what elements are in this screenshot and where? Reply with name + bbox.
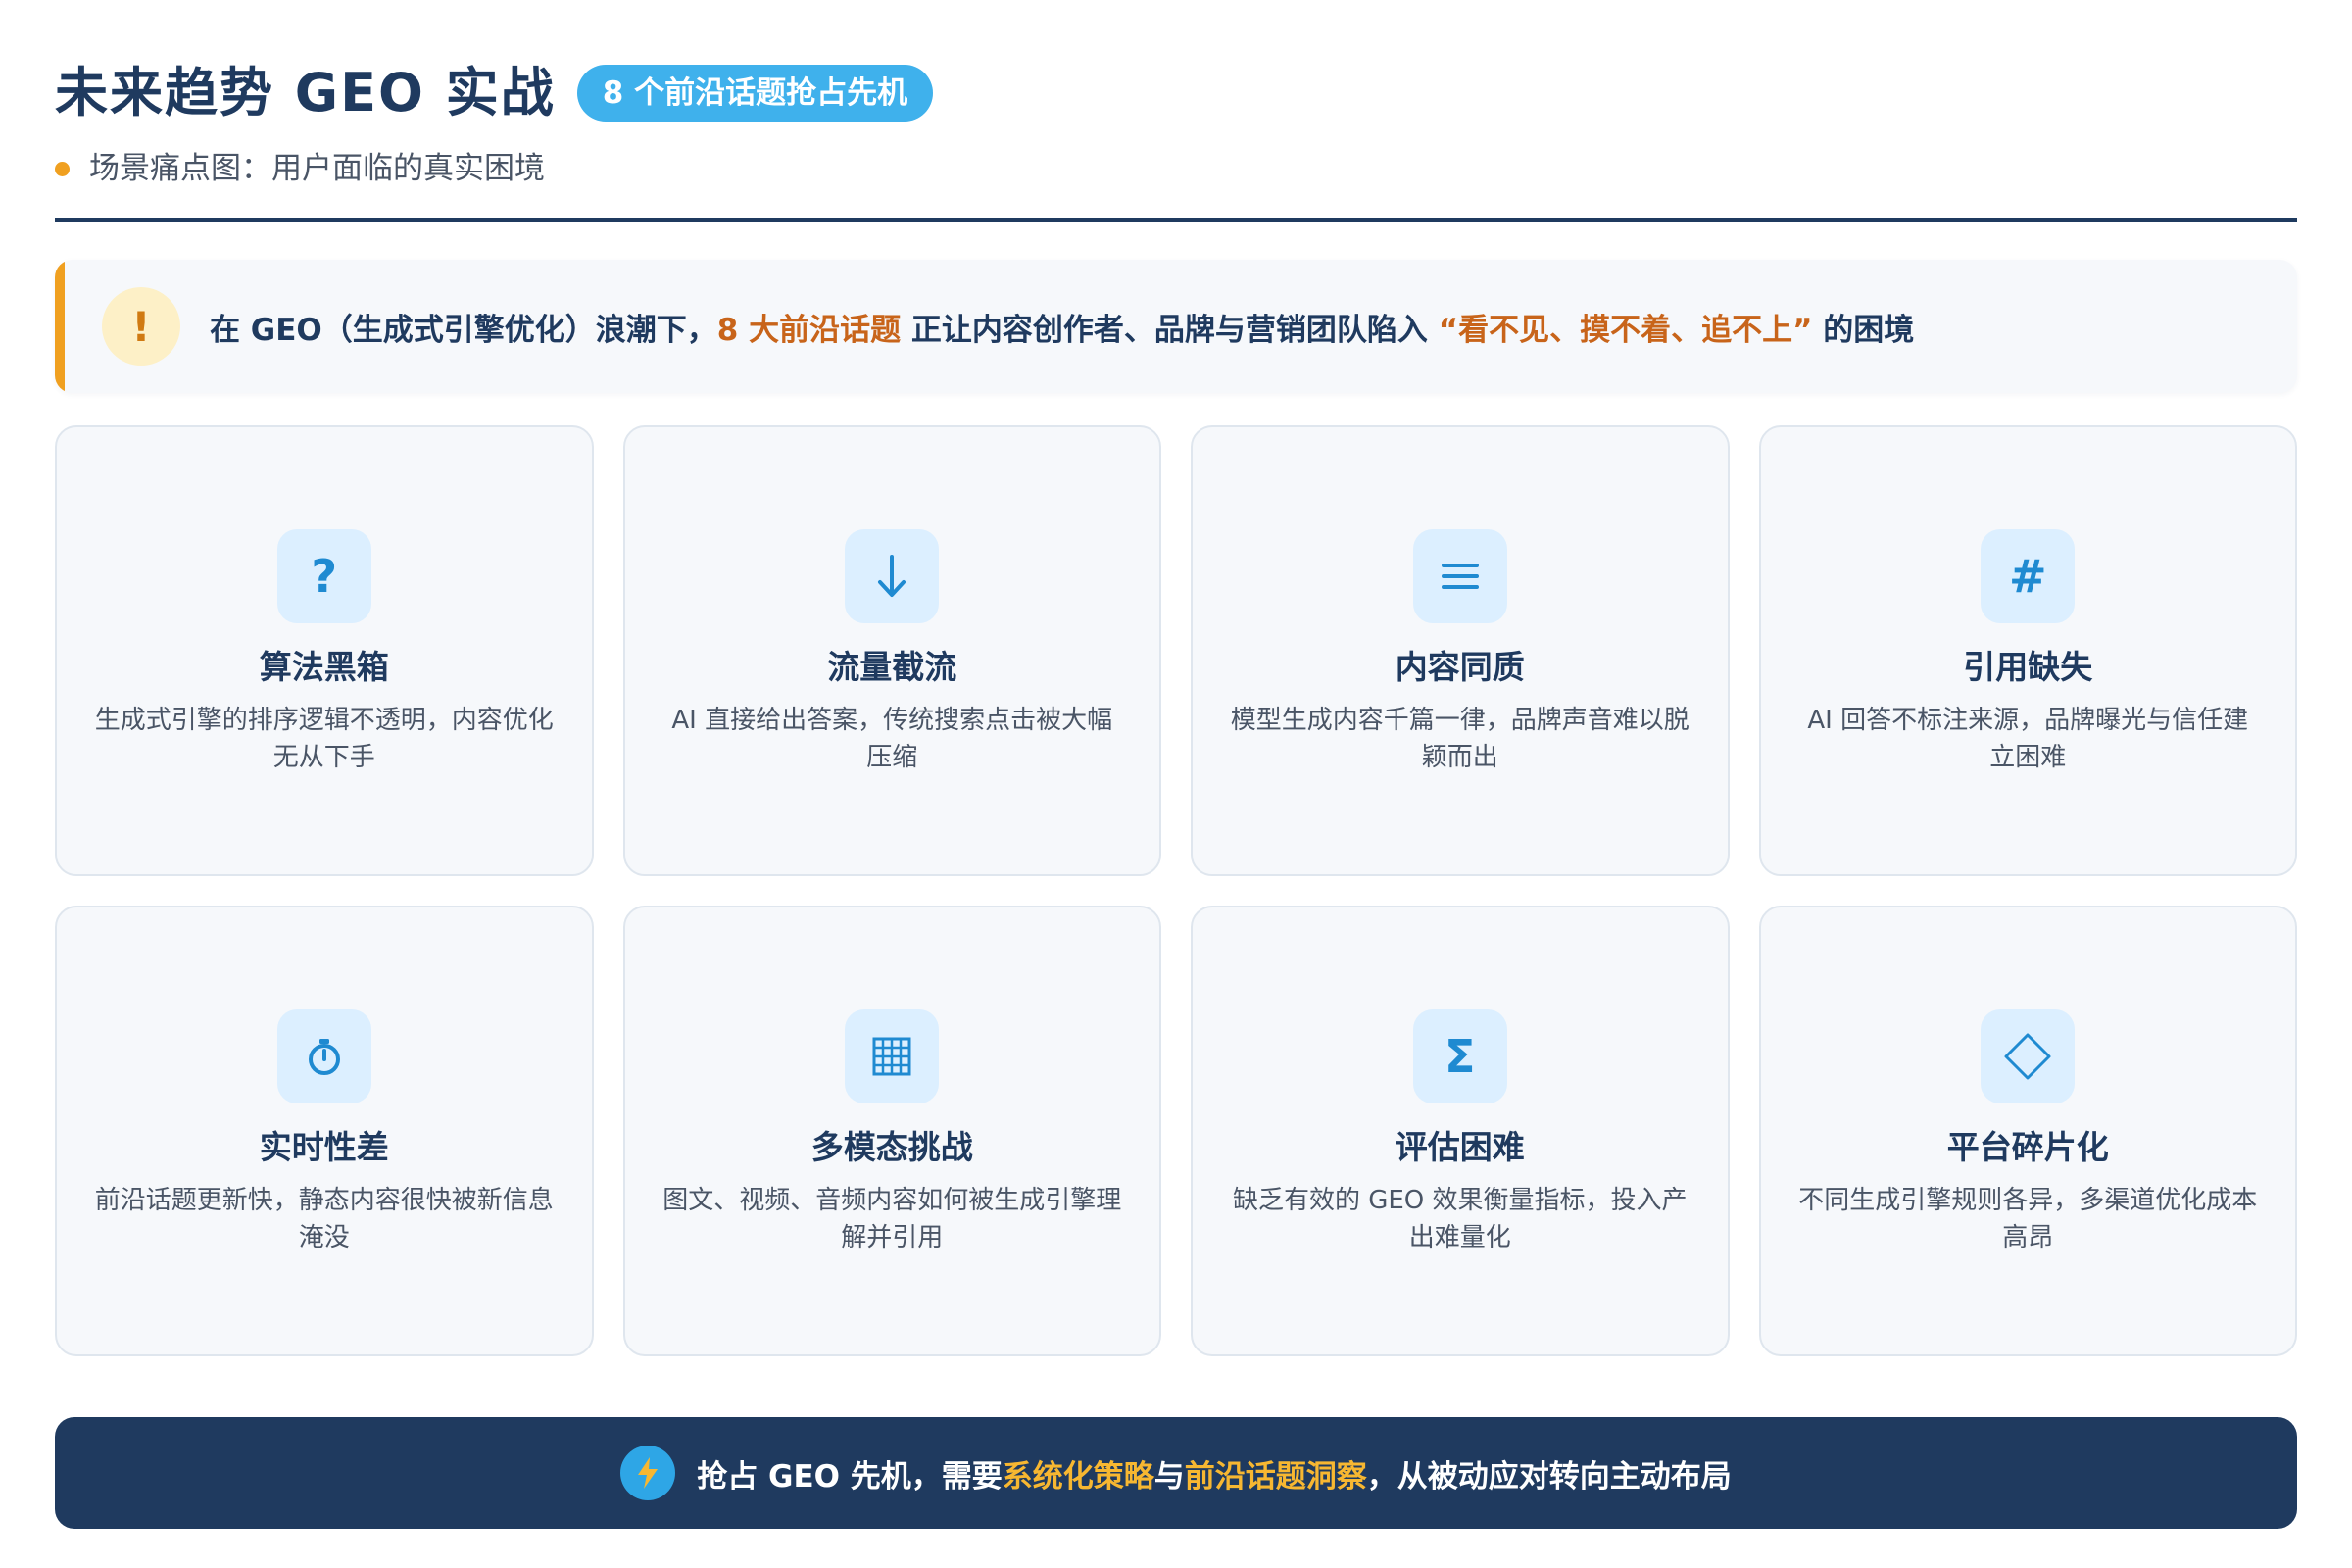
card-title: 评估困难	[1395, 1128, 1525, 1166]
card-title: 平台碎片化	[1946, 1128, 2109, 1166]
hash-icon: #	[1981, 529, 2076, 623]
alert-accent-bar	[55, 260, 65, 393]
pain-card-poor-timeliness: 实时性差 前沿话题更新快，静态内容很快被新信息淹没	[55, 906, 594, 1356]
header: 未来趋势 GEO 实战 8 个前沿话题抢占先机 场景痛点图：用户面临的真实困境	[55, 59, 2297, 225]
subtitle-row: 场景痛点图：用户面临的真实困境	[55, 149, 2297, 188]
pain-card-citation-missing: # 引用缺失 AI 回答不标注来源，品牌曝光与信任建立困难	[1758, 425, 2297, 876]
question-icon: ?	[276, 529, 371, 623]
title-row: 未来趋势 GEO 实战 8 个前沿话题抢占先机	[55, 59, 2297, 127]
card-title: 算法黑箱	[259, 648, 389, 686]
card-description: 不同生成引擎规则各异，多渠道优化成本高昂	[1798, 1186, 2258, 1252]
alert-text-before: 在 GEO（生成式引擎优化）浪潮下，	[210, 312, 717, 348]
pain-card-traffic-interception: 流量截流 AI 直接给出答案，传统搜索点击被大幅压缩	[622, 425, 1161, 876]
pain-card-platform-fragmentation: 平台碎片化 不同生成引擎规则各异，多渠道优化成本高昂	[1758, 906, 2297, 1356]
diamond-icon	[1981, 1009, 2076, 1103]
alert-highlight-quote: “看不见、摸不着、追不上”	[1438, 312, 1813, 348]
page: 未来趋势 GEO 实战 8 个前沿话题抢占先机 场景痛点图：用户面临的真实困境 …	[0, 0, 2352, 1568]
lines-icon	[1412, 529, 1507, 623]
card-description: AI 回答不标注来源，品牌曝光与信任建立困难	[1807, 706, 2249, 772]
alert-highlight-topics: 8 大前沿话题	[716, 312, 902, 348]
page-subtitle: 场景痛点图：用户面临的真实困境	[89, 151, 545, 186]
card-description: 模型生成内容千篇一律，品牌声音难以脱颖而出	[1230, 706, 1690, 772]
pain-card-algorithm-blackbox: ? 算法黑箱 生成式引擎的排序逻辑不透明，内容优化无从下手	[55, 425, 594, 876]
arrow-down-icon	[845, 529, 940, 623]
card-description: 生成式引擎的排序逻辑不透明，内容优化无从下手	[94, 706, 554, 772]
cta-highlight-insight: 前沿话题洞察	[1184, 1458, 1367, 1494]
header-divider	[55, 218, 2297, 222]
page-title: 未来趋势 GEO 实战	[55, 62, 556, 123]
stopwatch-icon	[276, 1009, 371, 1103]
card-title: 流量截流	[827, 648, 957, 686]
card-title: 实时性差	[259, 1128, 389, 1166]
card-description: 前沿话题更新快，静态内容很快被新信息淹没	[94, 1186, 554, 1252]
card-title: 内容同质	[1395, 648, 1525, 686]
pain-card-content-homogeneity: 内容同质 模型生成内容千篇一律，品牌声音难以脱颖而出	[1191, 425, 1730, 876]
cta-text-after: ，从被动应对转向主动布局	[1366, 1458, 1732, 1494]
alert-text-after: 的困境	[1812, 312, 1915, 348]
cta-text-middle: 与	[1153, 1458, 1185, 1494]
lightning-icon	[620, 1446, 676, 1500]
alert-text-middle: 正让内容创作者、品牌与营销团队陷入	[901, 312, 1439, 348]
card-title: 引用缺失	[1963, 648, 2093, 686]
alert-text: 在 GEO（生成式引擎优化）浪潮下，8 大前沿话题 正让内容创作者、品牌与营销团…	[210, 305, 1914, 349]
topic-count-badge: 8 个前沿话题抢占先机	[576, 65, 934, 122]
alert-banner: ! 在 GEO（生成式引擎优化）浪潮下，8 大前沿话题 正让内容创作者、品牌与营…	[55, 260, 2297, 393]
cta-banner: 抢占 GEO 先机，需要系统化策略与前沿话题洞察，从被动应对转向主动布局	[55, 1417, 2297, 1529]
exclamation-icon: !	[102, 287, 180, 366]
pain-card-multimodal-challenge: 多模态挑战 图文、视频、音频内容如何被生成引擎理解并引用	[622, 906, 1161, 1356]
card-description: 图文、视频、音频内容如何被生成引擎理解并引用	[662, 1186, 1122, 1252]
bullet-dot-icon	[55, 161, 70, 176]
grid-icon	[845, 1009, 940, 1103]
card-title: 多模态挑战	[810, 1128, 973, 1166]
card-description: 缺乏有效的 GEO 效果衡量指标，投入产出难量化	[1232, 1186, 1688, 1252]
pain-point-grid: ? 算法黑箱 生成式引擎的排序逻辑不透明，内容优化无从下手 流量截流 AI 直接…	[55, 425, 2297, 1360]
pain-card-evaluation-difficulty: Σ 评估困难 缺乏有效的 GEO 效果衡量指标，投入产出难量化	[1191, 906, 1730, 1356]
cta-text: 抢占 GEO 先机，需要系统化策略与前沿话题洞察，从被动应对转向主动布局	[697, 1451, 1732, 1495]
cta-text-before: 抢占 GEO 先机，需要	[697, 1458, 1003, 1494]
sigma-icon: Σ	[1412, 1009, 1507, 1103]
card-description: AI 直接给出答案，传统搜索点击被大幅压缩	[671, 706, 1113, 772]
cta-highlight-strategy: 系统化策略	[1002, 1458, 1154, 1494]
